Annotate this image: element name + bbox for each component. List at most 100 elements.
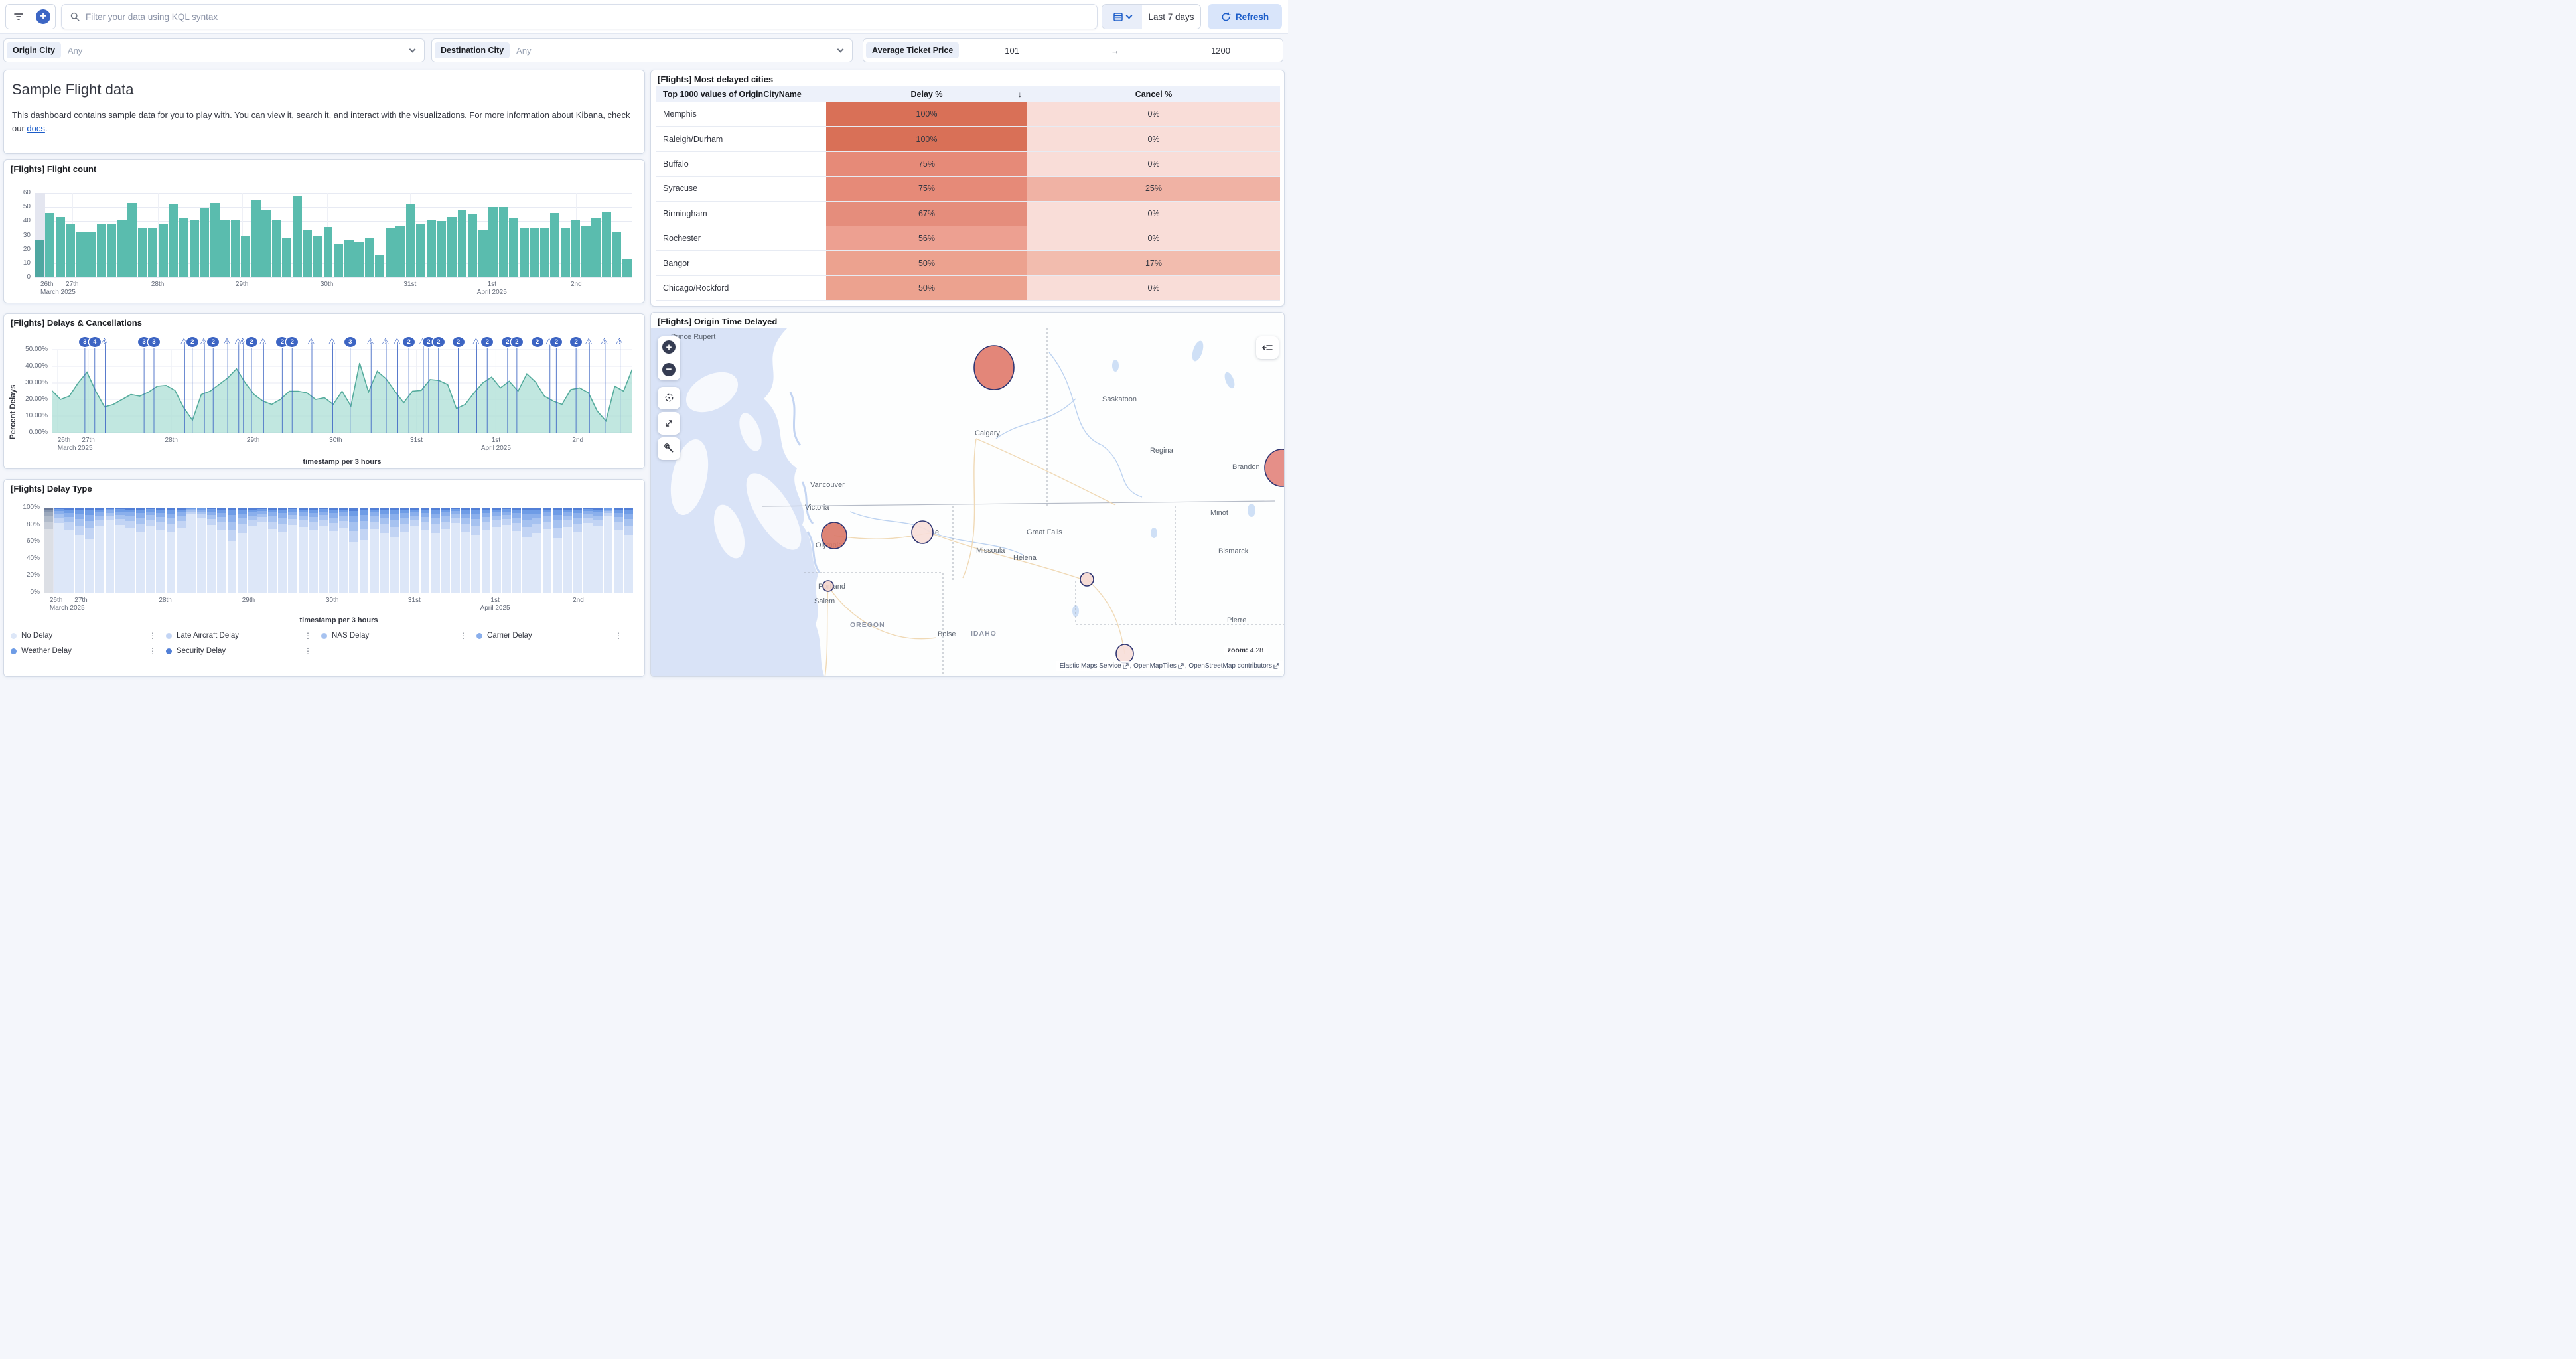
delay-type-segment[interactable]: [207, 512, 216, 515]
delay-type-segment[interactable]: [410, 512, 419, 515]
annotation-warning-icon[interactable]: ⚠: [200, 336, 208, 346]
delay-type-segment[interactable]: [136, 510, 145, 513]
annotation-count-badge[interactable]: 2: [532, 337, 543, 347]
delay-type-segment[interactable]: [268, 516, 277, 522]
delay-type-segment[interactable]: [421, 513, 430, 517]
delay-type-segment[interactable]: [451, 509, 461, 511]
destination-city-control[interactable]: Destination City Any: [431, 38, 853, 62]
delay-type-segment[interactable]: [115, 519, 125, 525]
delay-type-segment[interactable]: [115, 525, 125, 593]
delay-type-segment[interactable]: [360, 515, 369, 521]
delay-type-segment[interactable]: [75, 514, 84, 519]
delay-type-segment[interactable]: [451, 508, 461, 509]
delay-type-segment[interactable]: [593, 516, 603, 520]
delay-cell[interactable]: 75%: [826, 177, 1027, 200]
cancel-cell[interactable]: 0%: [1027, 102, 1280, 126]
delay-type-segment[interactable]: [573, 513, 583, 518]
legend-item[interactable]: Late Aircraft Delay⋮: [166, 631, 321, 640]
column-header-cancel[interactable]: Cancel %: [1027, 86, 1280, 102]
delay-type-segment[interactable]: [319, 512, 328, 515]
flight-count-bar[interactable]: [395, 226, 405, 277]
annotation-count-badge[interactable]: 4: [89, 337, 101, 347]
map-tools-button[interactable]: [658, 437, 680, 459]
cancel-cell[interactable]: 25%: [1027, 177, 1280, 200]
delay-type-segment[interactable]: [370, 516, 379, 522]
delay-type-segment[interactable]: [319, 509, 328, 512]
delay-type-segment[interactable]: [532, 510, 541, 513]
flight-count-bar[interactable]: [148, 228, 157, 277]
delay-type-segment[interactable]: [543, 522, 552, 529]
city-cell[interactable]: Birmingham: [656, 202, 826, 226]
flight-count-bar[interactable]: [591, 218, 601, 277]
delay-type-segment[interactable]: [360, 521, 369, 529]
delay-type-segment[interactable]: [583, 514, 593, 518]
delay-type-segment[interactable]: [44, 510, 54, 512]
delay-type-segment[interactable]: [593, 508, 603, 510]
search-input[interactable]: [86, 12, 1089, 22]
delay-type-segment[interactable]: [614, 510, 623, 513]
delay-type-segment[interactable]: [278, 518, 287, 524]
flight-count-bar[interactable]: [530, 228, 539, 277]
delay-type-segment[interactable]: [461, 510, 470, 513]
delay-type-segment[interactable]: [471, 510, 480, 514]
delay-type-segment[interactable]: [471, 535, 480, 593]
delay-type-segment[interactable]: [248, 516, 257, 520]
flight-count-bar[interactable]: [447, 217, 457, 277]
legend-item[interactable]: Security Delay⋮: [166, 646, 321, 656]
delay-type-segment[interactable]: [177, 528, 186, 593]
delay-type-segment[interactable]: [593, 526, 603, 593]
delay-type-segment[interactable]: [339, 508, 348, 510]
flight-count-bar[interactable]: [324, 227, 333, 277]
delay-type-segment[interactable]: [431, 514, 440, 518]
legend-options-icon[interactable]: ⋮: [304, 646, 312, 656]
delay-type-segment[interactable]: [238, 508, 247, 510]
legend-options-icon[interactable]: ⋮: [149, 631, 157, 640]
delay-type-segment[interactable]: [563, 520, 572, 527]
delay-type-segment[interactable]: [593, 512, 603, 515]
delay-type-segment[interactable]: [257, 508, 267, 509]
price-max-value[interactable]: 1200: [1211, 46, 1230, 56]
delay-type-segment[interactable]: [614, 508, 623, 510]
flight-count-bar[interactable]: [45, 213, 54, 277]
delay-type-segment[interactable]: [177, 516, 186, 521]
delay-type-segment[interactable]: [614, 530, 623, 593]
delay-type-segment[interactable]: [380, 518, 389, 524]
delay-type-segment[interactable]: [339, 512, 348, 516]
kql-search-bar[interactable]: [61, 4, 1098, 29]
delay-type-segment[interactable]: [177, 508, 186, 510]
flight-count-bar[interactable]: [509, 218, 518, 277]
delay-type-segment[interactable]: [238, 514, 247, 518]
delay-type-segment[interactable]: [410, 508, 419, 510]
delay-type-segment[interactable]: [268, 529, 277, 593]
delay-type-segment[interactable]: [146, 512, 155, 515]
delay-type-segment[interactable]: [268, 508, 277, 510]
delay-type-segment[interactable]: [319, 520, 328, 526]
delay-type-segment[interactable]: [380, 533, 389, 593]
delay-type-segment[interactable]: [167, 524, 176, 533]
delay-type-segment[interactable]: [400, 524, 409, 532]
delay-type-segment[interactable]: [421, 522, 430, 530]
delay-type-segment[interactable]: [167, 532, 176, 593]
delay-type-segment[interactable]: [451, 514, 461, 518]
delay-type-segment[interactable]: [431, 533, 440, 593]
delay-type-segment[interactable]: [106, 513, 115, 516]
delay-type-segment[interactable]: [167, 518, 176, 524]
docs-link[interactable]: docs: [27, 123, 44, 133]
flight-count-bar[interactable]: [97, 224, 106, 277]
flight-count-bar[interactable]: [365, 238, 374, 277]
flight-count-bar[interactable]: [303, 230, 313, 277]
delay-type-segment[interactable]: [553, 538, 562, 593]
delay-type-segment[interactable]: [329, 513, 338, 518]
delay-type-segment[interactable]: [125, 510, 135, 512]
flight-count-bar[interactable]: [241, 236, 250, 278]
delay-type-segment[interactable]: [299, 510, 308, 512]
annotation-warning-icon[interactable]: ⚠: [366, 336, 374, 346]
delay-type-segment[interactable]: [441, 508, 450, 510]
attribution-link[interactable]: , OpenMapTiles: [1130, 662, 1177, 670]
flight-count-bar[interactable]: [179, 218, 188, 277]
delay-type-segment[interactable]: [471, 514, 480, 519]
delay-type-segment[interactable]: [248, 508, 257, 510]
delay-type-segment[interactable]: [156, 517, 165, 522]
delay-type-segment[interactable]: [370, 508, 379, 510]
delay-type-segment[interactable]: [146, 508, 155, 509]
